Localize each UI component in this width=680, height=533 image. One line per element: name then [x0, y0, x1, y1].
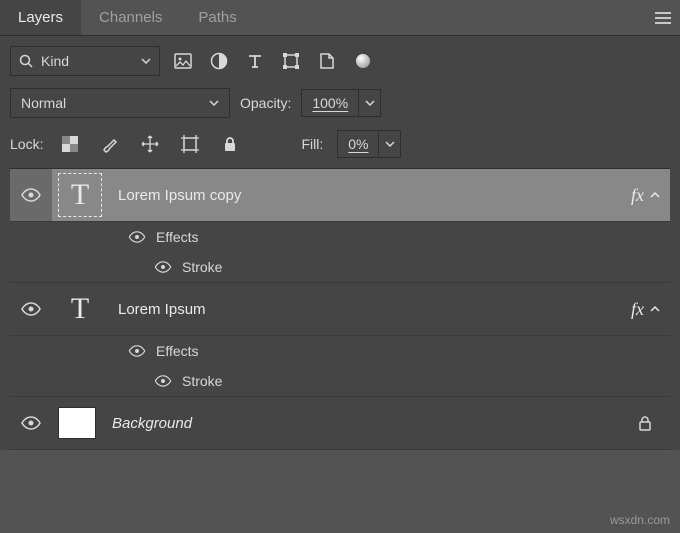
- opacity-input[interactable]: 100%: [301, 89, 381, 117]
- eye-icon: [128, 345, 146, 357]
- layers-list: T Lorem Ipsum copy fx Effects Stroke: [10, 168, 670, 450]
- layer-thumbnail[interactable]: T: [58, 287, 102, 331]
- filter-kind-dropdown[interactable]: Kind: [10, 46, 160, 76]
- opacity-dropdown-caret[interactable]: [358, 90, 380, 116]
- brush-icon: [101, 135, 119, 153]
- type-thumb-icon: T: [71, 178, 89, 212]
- eye-icon: [21, 302, 41, 316]
- panel-menu-button[interactable]: [646, 0, 680, 35]
- fill-value: 0%: [338, 136, 378, 152]
- effects-collapse-toggle[interactable]: [650, 190, 660, 200]
- layer-name[interactable]: Lorem Ipsum copy: [118, 187, 631, 204]
- effect-item[interactable]: Stroke: [128, 366, 670, 396]
- layer-name[interactable]: Background: [112, 415, 630, 432]
- sphere-icon: [356, 54, 370, 68]
- effects-header[interactable]: Effects: [128, 336, 670, 366]
- type-thumb-icon: T: [71, 292, 89, 326]
- eye-icon: [21, 188, 41, 202]
- filter-adjustment-button[interactable]: [206, 48, 232, 74]
- effects-collapse-toggle[interactable]: [650, 304, 660, 314]
- lock-artboard-button[interactable]: [177, 131, 203, 157]
- blend-mode-dropdown[interactable]: Normal: [10, 88, 230, 118]
- lock-label: Lock:: [10, 136, 43, 152]
- filter-pixel-button[interactable]: [170, 48, 196, 74]
- search-icon: [19, 54, 33, 68]
- layer-row[interactable]: T Lorem Ipsum copy fx: [10, 169, 670, 222]
- tab-channels-label: Channels: [99, 9, 162, 26]
- filter-kind-label: Kind: [41, 53, 69, 69]
- layer-row[interactable]: T Lorem Ipsum fx: [10, 283, 670, 336]
- watermark: wsxdn.com: [610, 513, 670, 527]
- layer-thumbnail[interactable]: [58, 407, 96, 439]
- filter-shape-button[interactable]: [278, 48, 304, 74]
- chevron-down-icon: [385, 141, 395, 147]
- effect-item-label: Stroke: [182, 259, 222, 275]
- blend-row: Normal Opacity: 100%: [10, 88, 670, 118]
- image-icon: [174, 53, 192, 69]
- tab-channels[interactable]: Channels: [81, 0, 180, 35]
- tab-layers-label: Layers: [18, 9, 63, 26]
- lock-all-button[interactable]: [217, 131, 243, 157]
- hamburger-icon: [655, 12, 671, 24]
- effects-header[interactable]: Effects: [128, 222, 670, 252]
- effect-item[interactable]: Stroke: [128, 252, 670, 282]
- effects-block: Effects Stroke: [10, 336, 670, 397]
- tab-paths[interactable]: Paths: [180, 0, 254, 35]
- chevron-down-icon: [365, 100, 375, 106]
- tab-paths-label: Paths: [198, 9, 236, 26]
- fx-badge[interactable]: fx: [631, 299, 644, 320]
- visibility-toggle[interactable]: [10, 416, 52, 430]
- effects-label: Effects: [156, 343, 199, 359]
- eye-icon: [128, 231, 146, 243]
- opacity-label: Opacity:: [240, 95, 291, 111]
- effects-block: Effects Stroke: [10, 222, 670, 283]
- lock-transparency-button[interactable]: [57, 131, 83, 157]
- fx-badge[interactable]: fx: [631, 185, 644, 206]
- tab-layers[interactable]: Layers: [0, 0, 81, 35]
- checker-icon: [62, 136, 78, 152]
- move-icon: [141, 135, 159, 153]
- eye-icon: [21, 416, 41, 430]
- visibility-toggle[interactable]: [10, 302, 52, 316]
- fill-dropdown-caret[interactable]: [378, 131, 400, 157]
- layer-lock-indicator[interactable]: [630, 415, 660, 431]
- chevron-down-icon: [141, 58, 151, 64]
- layer-name[interactable]: Lorem Ipsum: [118, 301, 631, 318]
- artboard-icon: [181, 135, 199, 153]
- lock-position-button[interactable]: [137, 131, 163, 157]
- filter-toggle-button[interactable]: [350, 48, 376, 74]
- chevron-up-icon: [650, 190, 660, 200]
- lock-icon: [223, 136, 237, 152]
- filter-smartobject-button[interactable]: [314, 48, 340, 74]
- fill-input[interactable]: 0%: [337, 130, 401, 158]
- layers-panel: Layers Channels Paths Kind: [0, 0, 680, 533]
- lock-row: Lock: Fill: 0%: [10, 130, 670, 158]
- filter-row: Kind: [10, 46, 670, 76]
- opacity-value: 100%: [302, 95, 358, 111]
- panel-tabs: Layers Channels Paths: [0, 0, 680, 36]
- lock-icon: [638, 415, 652, 431]
- fill-label: Fill:: [301, 136, 323, 152]
- shape-icon: [282, 52, 300, 70]
- lock-image-button[interactable]: [97, 131, 123, 157]
- layer-thumbnail[interactable]: T: [58, 173, 102, 217]
- eye-icon: [154, 261, 172, 273]
- smartobject-icon: [318, 52, 336, 70]
- eye-icon: [154, 375, 172, 387]
- layer-row[interactable]: Background: [10, 397, 670, 450]
- visibility-toggle[interactable]: [10, 188, 52, 202]
- blend-mode-value: Normal: [21, 95, 66, 111]
- chevron-down-icon: [209, 100, 219, 106]
- filter-type-button[interactable]: [242, 48, 268, 74]
- type-icon: [246, 52, 264, 70]
- effect-item-label: Stroke: [182, 373, 222, 389]
- chevron-up-icon: [650, 304, 660, 314]
- effects-label: Effects: [156, 229, 199, 245]
- adjustment-icon: [210, 52, 228, 70]
